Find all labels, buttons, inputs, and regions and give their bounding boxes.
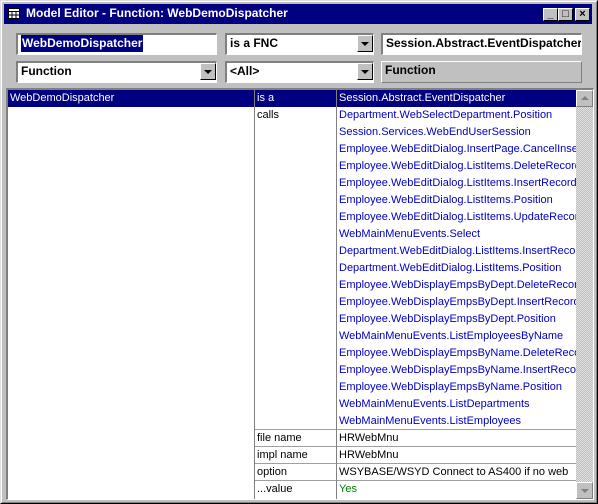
verb-combobox[interactable]: is a FNC bbox=[225, 33, 374, 55]
grid-link-cell[interactable]: WebMainMenuEvents.ListEmployees bbox=[337, 413, 580, 430]
grid-verb-cell[interactable]: calls bbox=[255, 107, 337, 124]
grid-verb-cell[interactable] bbox=[255, 124, 337, 141]
filter-dropdown-arrow-icon[interactable] bbox=[357, 63, 373, 80]
grid-verb-cell[interactable] bbox=[255, 311, 337, 328]
grid-verb-cell[interactable]: is a bbox=[255, 90, 337, 107]
object-name-value: WebDemoDispatcher bbox=[21, 35, 144, 52]
grid-link-cell[interactable]: Employee.WebDisplayEmpsByDept.InsertReco… bbox=[337, 294, 580, 311]
grid-window-icon bbox=[8, 8, 20, 19]
grid-verb-cell[interactable] bbox=[255, 209, 337, 226]
grid-link-cell[interactable]: Employee.WebDisplayEmpsByDept.DeleteReco… bbox=[337, 277, 580, 294]
maximize-button[interactable]: □ bbox=[558, 8, 573, 21]
grid-verb-cell[interactable] bbox=[255, 396, 337, 413]
grid-link-cell[interactable]: Employee.WebEditDialog.ListItems.UpdateR… bbox=[337, 209, 580, 226]
grid-verb-cell[interactable]: file name bbox=[255, 430, 337, 447]
minimize-button[interactable]: _ bbox=[543, 8, 558, 21]
grid-verb-cell[interactable] bbox=[255, 260, 337, 277]
grid-verb-cell[interactable] bbox=[255, 362, 337, 379]
grid-verb-cell[interactable] bbox=[255, 345, 337, 362]
grid-link-cell[interactable]: WebMainMenuEvents.ListEmployeesByName bbox=[337, 328, 580, 345]
maximize-icon: □ bbox=[562, 8, 569, 20]
title-bar[interactable]: Model Editor - Function: WebDemoDispatch… bbox=[4, 4, 592, 24]
grid-verb-cell[interactable]: option bbox=[255, 464, 337, 481]
grid-verb-cell[interactable] bbox=[255, 192, 337, 209]
grid-link-cell[interactable]: Session.Services.WebEndUserSession bbox=[337, 124, 580, 141]
vertical-scrollbar[interactable] bbox=[576, 90, 593, 499]
grid-value-cell[interactable]: Session.Abstract.EventDispatcher bbox=[337, 90, 580, 107]
grid-verb-cell[interactable] bbox=[255, 294, 337, 311]
grid-verb-cell[interactable] bbox=[255, 379, 337, 396]
grid-link-cell[interactable]: Employee.WebEditDialog.ListItems.Positio… bbox=[337, 192, 580, 209]
grid-link-cell[interactable]: Department.WebEditDialog.ListItems.Inser… bbox=[337, 243, 580, 260]
verb-value: is a FNC bbox=[230, 36, 279, 50]
grid-link-cell[interactable]: Employee.WebDisplayEmpsByName.DeleteReco… bbox=[337, 345, 580, 362]
grid-value-cell[interactable]: WSYBASE/WSYD Connect to AS400 if no web bbox=[337, 464, 580, 481]
window-title: Model Editor - Function: WebDemoDispatch… bbox=[26, 6, 288, 20]
grid-link-cell[interactable]: Employee.WebDisplayEmpsByDept.Position bbox=[337, 311, 580, 328]
subject-column: WebDemoDispatcher bbox=[8, 90, 254, 499]
scroll-down-arrow-icon[interactable] bbox=[576, 482, 593, 499]
object-type-value: Function bbox=[21, 64, 72, 78]
grid-link-cell[interactable]: Employee.WebDisplayEmpsByName.InsertReco… bbox=[337, 362, 580, 379]
grid-verb-cell[interactable] bbox=[255, 413, 337, 430]
grid-link-cell[interactable]: Employee.WebEditDialog.ListItems.DeleteR… bbox=[337, 158, 580, 175]
grid-link-cell[interactable]: WebMainMenuEvents.ListDepartments bbox=[337, 396, 580, 413]
relationship-grid[interactable]: WebDemoDispatcher is a calls file name impl… bbox=[6, 88, 594, 500]
grid-verb-cell[interactable]: impl name bbox=[255, 447, 337, 464]
filter-combobox[interactable]: <All> bbox=[225, 61, 374, 83]
verb-dropdown-arrow-icon[interactable] bbox=[357, 35, 373, 52]
grid-link-cell[interactable]: Employee.WebEditDialog.ListItems.InsertR… bbox=[337, 175, 580, 192]
model-editor-window: Model Editor - Function: WebDemoDispatch… bbox=[0, 0, 598, 504]
grid-verb-cell[interactable] bbox=[255, 141, 337, 158]
minimize-icon: _ bbox=[547, 8, 554, 20]
grid-verb-cell[interactable] bbox=[255, 175, 337, 192]
object-type-combobox[interactable]: Function bbox=[16, 61, 217, 83]
grid-verb-cell[interactable] bbox=[255, 226, 337, 243]
grid-verb-cell[interactable] bbox=[255, 158, 337, 175]
target-object-field[interactable]: Session.Abstract.EventDispatcher bbox=[381, 33, 582, 55]
subject-cell[interactable]: WebDemoDispatcher bbox=[8, 90, 254, 107]
grid-link-cell[interactable]: Department.WebEditDialog.ListItems.Posit… bbox=[337, 260, 580, 277]
grid-verb-cell[interactable] bbox=[255, 277, 337, 294]
grid-link-cell[interactable]: Department.WebSelectDepartment.Position bbox=[337, 107, 580, 124]
object-name-field[interactable]: WebDemoDispatcher bbox=[16, 33, 217, 55]
close-icon: × bbox=[579, 8, 586, 20]
object-type-dropdown-arrow-icon[interactable] bbox=[200, 63, 216, 80]
target-type-display: Function bbox=[381, 61, 582, 83]
grid-value-cell[interactable]: Yes bbox=[337, 481, 580, 498]
scroll-up-arrow-icon[interactable] bbox=[576, 90, 593, 107]
grid-verb-cell[interactable] bbox=[255, 243, 337, 260]
close-button[interactable]: × bbox=[575, 8, 590, 21]
grid-value-cell[interactable]: HRWebMnu bbox=[337, 430, 580, 447]
grid-value-cell[interactable]: HRWebMnu bbox=[337, 447, 580, 464]
target-object-value: Session.Abstract.EventDispatcher bbox=[386, 36, 582, 50]
target-type-value: Function bbox=[385, 63, 436, 77]
grid-verb-cell[interactable]: ...value bbox=[255, 481, 337, 498]
grid-verb-cell[interactable] bbox=[255, 328, 337, 345]
value-column: Session.Abstract.EventDispatcher Departme… bbox=[336, 90, 580, 499]
grid-link-cell[interactable]: WebMainMenuEvents.Select bbox=[337, 226, 580, 243]
grid-link-cell[interactable]: Employee.WebDisplayEmpsByName.Position bbox=[337, 379, 580, 396]
filter-value: <All> bbox=[230, 64, 260, 78]
grid-link-cell[interactable]: Employee.WebEditDialog.InsertPage.Cancel… bbox=[337, 141, 580, 158]
verb-column: is a calls file name impl name option ...valu… bbox=[254, 90, 337, 499]
